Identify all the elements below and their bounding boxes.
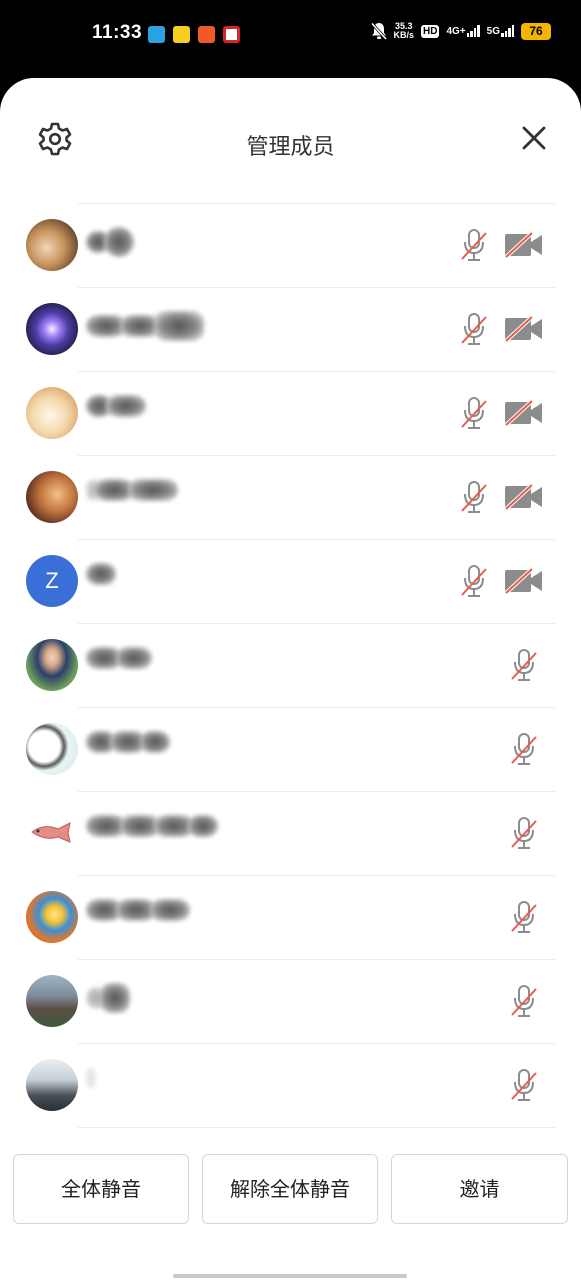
avatar bbox=[26, 1059, 78, 1111]
taobao-icon bbox=[198, 26, 215, 43]
invite-button[interactable]: 邀请 bbox=[391, 1154, 568, 1224]
mic-muted-icon[interactable] bbox=[510, 1067, 538, 1103]
mic-muted-icon[interactable] bbox=[510, 731, 538, 767]
status-right: 35.3 KB/s HD 4G+ 5G 76 bbox=[370, 21, 551, 40]
camera-off-icon[interactable] bbox=[504, 231, 544, 259]
app-red-icon bbox=[223, 26, 240, 43]
mic-muted-icon[interactable] bbox=[460, 395, 488, 431]
member-list: Z bbox=[0, 203, 581, 1128]
mic-muted-icon[interactable] bbox=[460, 311, 488, 347]
member-name-redacted bbox=[86, 983, 130, 1023]
member-row[interactable] bbox=[0, 287, 581, 371]
member-name-redacted bbox=[86, 227, 134, 267]
member-name-redacted bbox=[86, 647, 152, 687]
mic-muted-icon[interactable] bbox=[460, 479, 488, 515]
avatar: Z bbox=[26, 555, 78, 607]
avatar-letter: Z bbox=[45, 568, 59, 593]
app-yellow-icon bbox=[173, 26, 190, 43]
camera-off-icon[interactable] bbox=[504, 567, 544, 595]
manage-members-sheet: 管理成员 Z 全体静音 解除全体静音 邀请 bbox=[0, 78, 581, 1280]
member-row[interactable] bbox=[0, 623, 581, 707]
member-name-redacted bbox=[86, 479, 178, 519]
mute-all-button[interactable]: 全体静音 bbox=[13, 1154, 189, 1224]
member-row[interactable] bbox=[0, 1043, 581, 1127]
camera-off-icon[interactable] bbox=[504, 315, 544, 343]
member-row[interactable] bbox=[0, 791, 581, 875]
avatar bbox=[26, 807, 78, 859]
unmute-all-button[interactable]: 解除全体静音 bbox=[202, 1154, 378, 1224]
close-icon[interactable] bbox=[519, 123, 549, 153]
network-speed: 35.3 KB/s bbox=[393, 21, 415, 40]
mic-muted-icon[interactable] bbox=[460, 563, 488, 599]
mic-muted-icon[interactable] bbox=[460, 227, 488, 263]
signal-bars-icon bbox=[466, 25, 480, 37]
camera-off-icon[interactable] bbox=[504, 483, 544, 511]
member-name-redacted bbox=[86, 563, 116, 603]
avatar bbox=[26, 219, 78, 271]
member-name-redacted bbox=[86, 395, 146, 435]
home-indicator[interactable] bbox=[173, 1274, 407, 1278]
member-row[interactable] bbox=[0, 371, 581, 455]
hd-badge: HD bbox=[421, 24, 440, 38]
signal-4g: 4G+ bbox=[446, 25, 480, 37]
member-row[interactable] bbox=[0, 875, 581, 959]
member-row[interactable]: Z bbox=[0, 539, 581, 623]
member-name-redacted bbox=[86, 731, 170, 771]
page-title: 管理成员 bbox=[246, 135, 335, 160]
mic-muted-icon[interactable] bbox=[510, 647, 538, 683]
avatar bbox=[26, 639, 78, 691]
mic-muted-icon[interactable] bbox=[510, 815, 538, 851]
battery-indicator: 76 bbox=[521, 22, 551, 40]
member-row[interactable] bbox=[0, 707, 581, 791]
member-row[interactable] bbox=[0, 455, 581, 539]
notification-app-icons bbox=[148, 26, 240, 43]
list-divider bbox=[78, 1127, 555, 1128]
signal-5g: 5G bbox=[487, 25, 514, 37]
camera-off-icon[interactable] bbox=[504, 399, 544, 427]
avatar bbox=[26, 471, 78, 523]
member-name-redacted bbox=[86, 899, 190, 939]
avatar bbox=[26, 387, 78, 439]
member-name-redacted bbox=[86, 1067, 96, 1107]
status-bar: 11:33 35.3 KB/s HD 4G+ 5G 76 bbox=[0, 0, 581, 76]
member-name-redacted bbox=[86, 815, 218, 855]
status-time: 11:33 bbox=[92, 22, 143, 43]
telegram-icon bbox=[148, 26, 165, 43]
fish-icon bbox=[31, 822, 71, 843]
member-name-redacted bbox=[86, 311, 204, 351]
bell-off-icon bbox=[370, 22, 387, 40]
avatar bbox=[26, 303, 78, 355]
mic-muted-icon[interactable] bbox=[510, 899, 538, 935]
signal-bars-icon bbox=[501, 25, 514, 37]
avatar bbox=[26, 891, 78, 943]
member-row[interactable] bbox=[0, 959, 581, 1043]
member-row[interactable] bbox=[0, 203, 581, 287]
mic-muted-icon[interactable] bbox=[510, 983, 538, 1019]
avatar bbox=[26, 975, 78, 1027]
avatar bbox=[26, 723, 78, 775]
